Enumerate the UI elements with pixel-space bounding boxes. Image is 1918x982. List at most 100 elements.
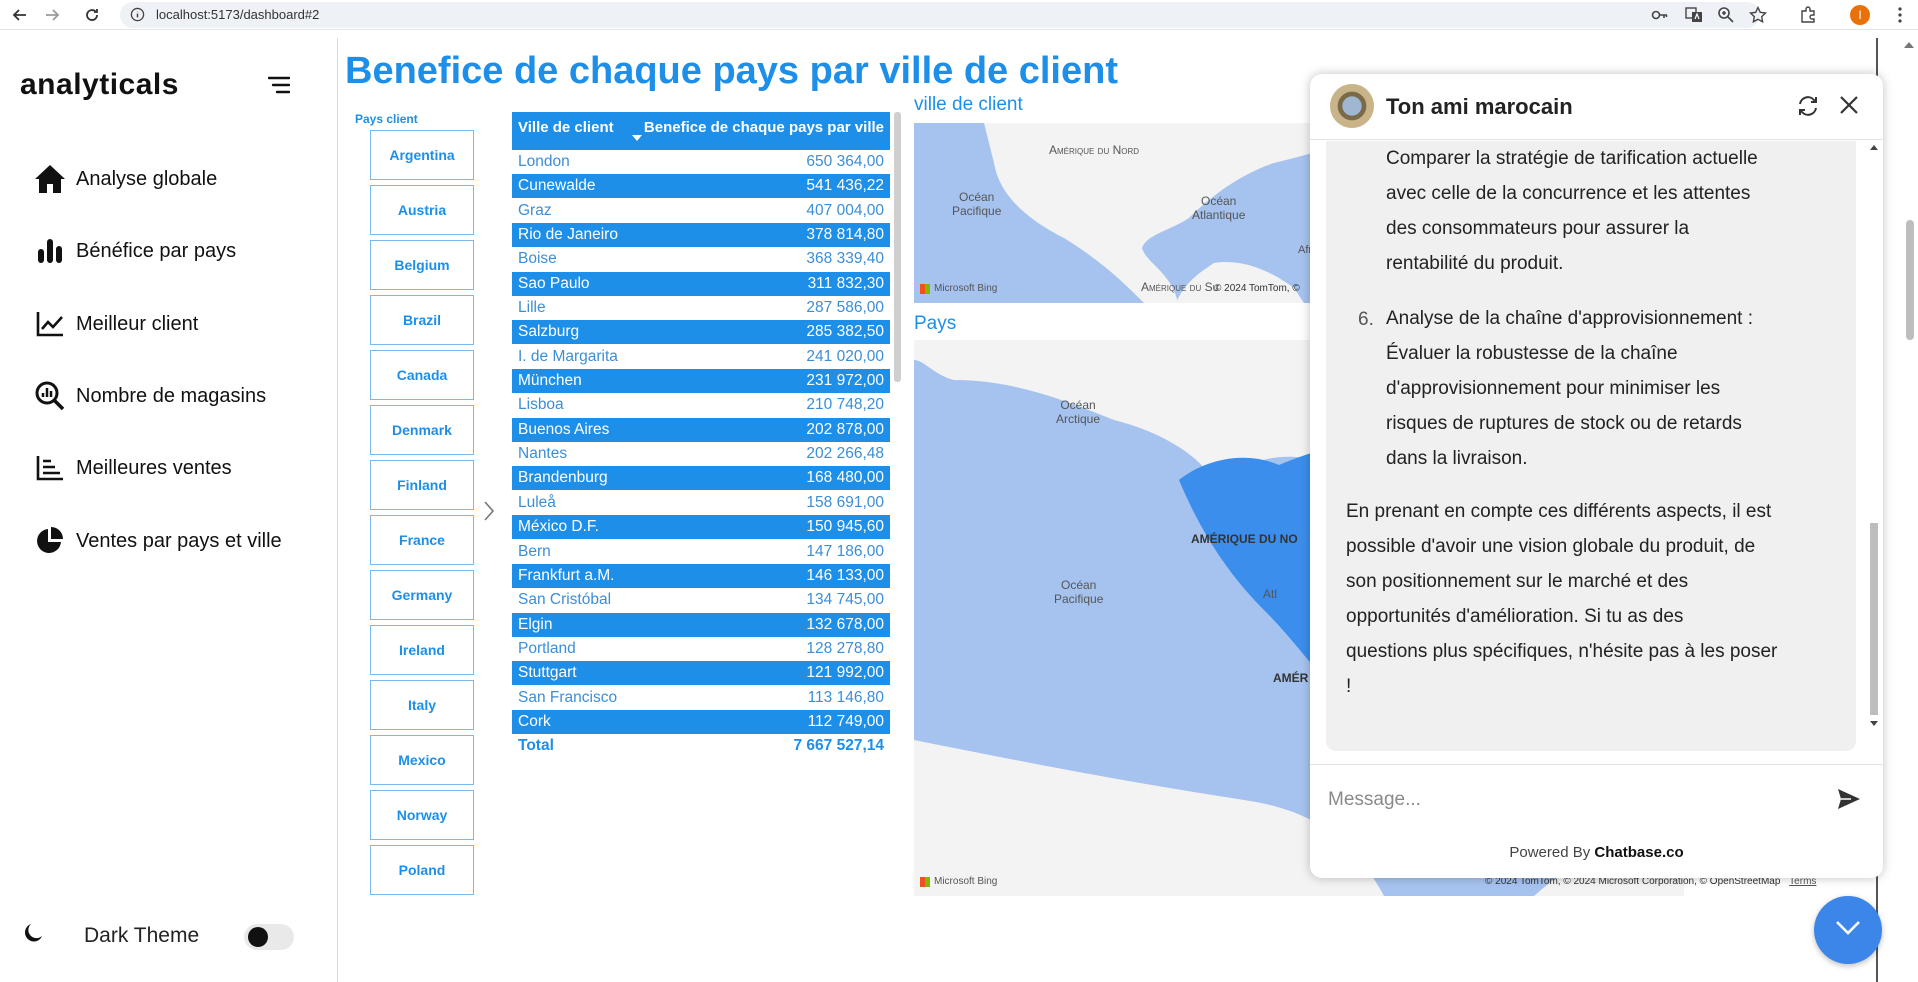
sidebar-item-ventes-par-pays-et-ville[interactable]: Ventes par pays et ville bbox=[34, 524, 282, 558]
chat-scrollbar[interactable] bbox=[1868, 143, 1880, 731]
table-row[interactable]: Luleå 158 691,00 bbox=[512, 490, 890, 515]
table-row[interactable]: México D.F. 150 945,60 bbox=[512, 515, 890, 540]
cell-city: Cork bbox=[518, 712, 551, 730]
cell-profit: 210 748,20 bbox=[806, 396, 884, 414]
cell-city: Rio de Janeiro bbox=[518, 226, 618, 244]
cell-city: Luleå bbox=[518, 493, 556, 511]
cell-city: Sao Paulo bbox=[518, 274, 590, 292]
chat-scroll-thumb[interactable] bbox=[1870, 523, 1878, 715]
table-row[interactable]: Rio de Janeiro 378 814,80 bbox=[512, 223, 890, 248]
cell-profit: 231 972,00 bbox=[806, 372, 884, 390]
sidebar: analyticals Analyse globale Bénéfice par… bbox=[0, 38, 338, 982]
chat-header: Ton ami marocain bbox=[1310, 74, 1883, 140]
slicer-item[interactable]: Germany bbox=[370, 570, 474, 620]
message-input[interactable] bbox=[1328, 785, 1808, 815]
profile-avatar[interactable]: I bbox=[1850, 5, 1870, 25]
cell-profit: 650 364,00 bbox=[806, 153, 884, 170]
close-icon[interactable] bbox=[1838, 94, 1860, 121]
site-info-icon[interactable] bbox=[130, 7, 145, 27]
send-icon[interactable] bbox=[1836, 787, 1862, 816]
table-row[interactable]: Brandenburg 168 480,00 bbox=[512, 466, 890, 491]
map-label-south-america: Amérique du Su bbox=[1141, 280, 1219, 294]
cell-profit: 147 186,00 bbox=[806, 542, 884, 560]
table-row[interactable]: I. de Margarita 241 020,00 bbox=[512, 344, 890, 369]
slicer-item[interactable]: Italy bbox=[370, 680, 474, 730]
table-row[interactable]: London 650 364,00 bbox=[512, 150, 890, 174]
dark-theme-toggle[interactable] bbox=[244, 924, 294, 950]
reload-icon[interactable] bbox=[82, 5, 102, 25]
browser-menu-icon[interactable] bbox=[1890, 5, 1910, 25]
sidebar-item-analyse-globale[interactable]: Analyse globale bbox=[34, 162, 217, 196]
key-icon[interactable] bbox=[1650, 5, 1670, 25]
table-row[interactable]: San Francisco 113 146,80 bbox=[512, 685, 890, 710]
scroll-down-icon[interactable] bbox=[1870, 721, 1878, 726]
table-row[interactable]: Cunewalde 541 436,22 bbox=[512, 174, 890, 199]
map-label-atlantic-partial: Atl bbox=[1263, 587, 1278, 601]
sidebar-item-benefice-par-pays[interactable]: Bénéfice par pays bbox=[34, 234, 236, 268]
cell-city: Boise bbox=[518, 250, 557, 268]
table-row[interactable]: Stuttgart 121 992,00 bbox=[512, 661, 890, 686]
chat-toggle-button[interactable] bbox=[1814, 896, 1882, 964]
menu-toggle-icon[interactable] bbox=[267, 76, 291, 99]
table-row[interactable]: Boise 368 339,40 bbox=[512, 247, 890, 272]
slicer-item[interactable]: Ireland bbox=[370, 625, 474, 675]
translate-icon[interactable] bbox=[1684, 5, 1704, 25]
table-row[interactable]: Elgin 132 678,00 bbox=[512, 612, 890, 637]
slicer-item[interactable]: Austria bbox=[370, 185, 474, 235]
back-icon[interactable] bbox=[10, 5, 30, 25]
slicer-item[interactable]: Brazil bbox=[370, 295, 474, 345]
page-scrollbar[interactable] bbox=[1900, 38, 1918, 982]
zoom-icon[interactable] bbox=[1716, 5, 1736, 25]
chatbase-link[interactable]: Chatbase.co bbox=[1594, 844, 1683, 861]
url-text: localhost:5173/dashboard#2 bbox=[156, 7, 320, 22]
refresh-icon[interactable] bbox=[1796, 94, 1820, 123]
cell-profit: 112 749,00 bbox=[807, 712, 884, 730]
slicer-item[interactable]: Argentina bbox=[370, 130, 474, 180]
page-scroll-thumb[interactable] bbox=[1906, 220, 1914, 340]
address-bar[interactable]: localhost:5173/dashboard#2 bbox=[120, 2, 1760, 28]
chevron-down-icon bbox=[1835, 920, 1861, 941]
table-row[interactable]: San Cristóbal 134 745,00 bbox=[512, 588, 890, 613]
column-header-profit[interactable]: Benefice de chaque pays par ville bbox=[630, 112, 890, 150]
slicer-item[interactable]: Norway bbox=[370, 790, 474, 840]
sidebar-item-meilleur-client[interactable]: Meilleur client bbox=[34, 307, 198, 341]
cell-profit: 407 004,00 bbox=[806, 201, 884, 219]
map-country-title: Pays bbox=[914, 313, 957, 334]
table-row[interactable]: Cork 112 749,00 bbox=[512, 709, 890, 734]
slicer-item[interactable]: Finland bbox=[370, 460, 474, 510]
forward-icon[interactable] bbox=[42, 5, 62, 25]
table-row[interactable]: Frankfurt a.M. 146 133,00 bbox=[512, 563, 890, 588]
table-row[interactable]: Salzburg 285 382,50 bbox=[512, 320, 890, 345]
table-row[interactable]: Nantes 202 266,48 bbox=[512, 442, 890, 467]
table-row[interactable]: Buenos Aires 202 878,00 bbox=[512, 417, 890, 442]
slicer-item[interactable]: Belgium bbox=[370, 240, 474, 290]
moon-icon bbox=[22, 922, 44, 949]
table-scrollbar[interactable] bbox=[894, 112, 901, 382]
table-row[interactable]: Bern 147 186,00 bbox=[512, 539, 890, 564]
slicer-item[interactable]: Canada bbox=[370, 350, 474, 400]
sidebar-item-meilleures-ventes[interactable]: Meilleures ventes bbox=[34, 451, 232, 485]
table-row[interactable]: Graz 407 004,00 bbox=[512, 198, 890, 223]
table-row[interactable]: Sao Paulo 311 832,30 bbox=[512, 271, 890, 296]
bookmark-star-icon[interactable] bbox=[1748, 5, 1768, 25]
sidebar-item-label: Analyse globale bbox=[76, 167, 218, 190]
chevron-right-icon[interactable] bbox=[483, 500, 495, 527]
scroll-up-icon[interactable] bbox=[1904, 42, 1914, 48]
slicer-item[interactable]: Poland bbox=[370, 845, 474, 895]
sidebar-item-nombre-de-magasins[interactable]: Nombre de magasins bbox=[34, 379, 266, 413]
slicer-item[interactable]: France bbox=[370, 515, 474, 565]
map-label-pacific: Océan Pacifique bbox=[952, 190, 1002, 218]
table-row[interactable]: Lisboa 210 748,20 bbox=[512, 393, 890, 418]
table-row[interactable]: München 231 972,00 bbox=[512, 369, 890, 394]
slicer-item[interactable]: Denmark bbox=[370, 405, 474, 455]
sidebar-item-label: Meilleur client bbox=[76, 312, 199, 335]
slicer-item[interactable]: Mexico bbox=[370, 735, 474, 785]
table-row[interactable]: Portland 128 278,80 bbox=[512, 636, 890, 661]
scroll-up-icon[interactable] bbox=[1870, 145, 1878, 150]
cell-profit: 121 992,00 bbox=[806, 664, 884, 682]
table-row[interactable]: Lille 287 586,00 bbox=[512, 296, 890, 321]
extensions-icon[interactable] bbox=[1798, 5, 1818, 25]
column-header-city[interactable]: Ville de client bbox=[512, 112, 630, 150]
cell-city: Elgin bbox=[518, 615, 553, 633]
map-label-north-america: Amérique du Nord bbox=[1049, 143, 1140, 157]
